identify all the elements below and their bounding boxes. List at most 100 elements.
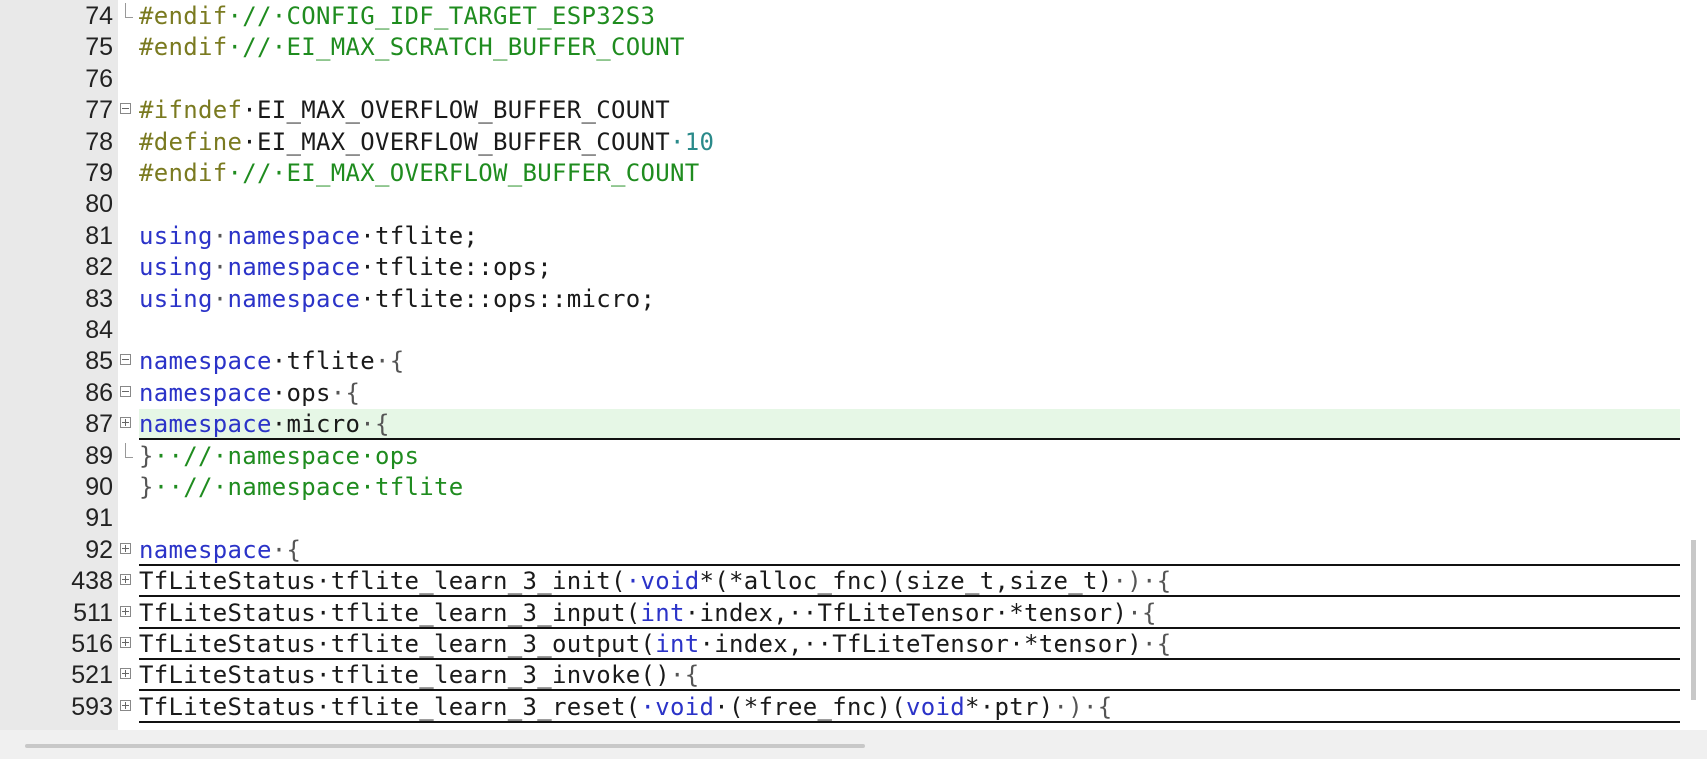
code-token: namespace [227,284,361,313]
fold-expand-icon[interactable] [120,542,131,554]
code-text[interactable]: TfLiteStatus·tflite_learn_3_output(int·i… [139,629,1171,660]
code-line[interactable]: 89 }··//·namespace·ops [0,441,1680,472]
code-text[interactable]: TfLiteStatus·tflite_learn_3_reset(·void·… [139,692,1112,723]
code-text[interactable]: #define·EI_MAX_OVERFLOW_BUFFER_COUNT·10 [139,127,714,158]
code-text[interactable]: TfLiteStatus·tflite_learn_3_init(·void*(… [139,566,1171,597]
code-token: namespace [227,221,361,250]
code-token: ·{ [360,410,390,439]
code-text[interactable]: #endif·//·EI_MAX_OVERFLOW_BUFFER_COUNT [139,158,699,189]
code-line[interactable]: 81 using·namespace·tflite; [0,221,1680,252]
code-token: · [212,221,228,250]
line-number: 593 [71,692,113,721]
fold-expand-icon[interactable] [120,637,131,648]
fold-expand-icon[interactable] [120,668,131,680]
code-line[interactable]: 78 #define·EI_MAX_OVERFLOW_BUFFER_COUNT·1… [0,127,1680,158]
line-number: 82 [85,253,113,282]
code-token: ·//·CONFIG_IDF_TARGET_ESP32S3 [227,2,656,30]
code-token: ·{ [271,535,302,564]
code-token: ·{ [375,347,405,376]
code-line[interactable]: 85 namespace·tflite·{ [0,346,1680,377]
code-text[interactable]: }··//·namespace·tflite [139,472,463,503]
fold-expand-icon[interactable] [120,417,131,429]
line-number: 85 [85,347,113,376]
code-text[interactable]: namespace·micro·{ [139,409,390,440]
code-text[interactable]: using·namespace·tflite; [139,221,478,252]
fold-expand-icon[interactable] [120,605,131,617]
vertical-scrollbar-thumb[interactable] [1691,540,1696,700]
code-line[interactable]: 86 namespace·ops·{ [0,378,1680,409]
code-editor[interactable]: 74 #endif·//·CONFIG_IDF_TARGET_ESP32S3 75 #… [0,0,1707,730]
code-line[interactable]: 511 TfLiteStatus·tflite_learn_3_input(int… [0,598,1680,629]
code-token: #ifndef [139,96,243,125]
code-line[interactable]: 84 [0,315,1680,346]
code-token: ·EI_MAX_OVERFLOW_BUFFER_COUNT [242,127,670,156]
fold-collapse-icon[interactable] [120,385,131,397]
code-text[interactable]: TfLiteStatus·tflite_learn_3_invoke()·{ [139,660,699,691]
fold-collapse-icon[interactable] [120,103,131,115]
code-line[interactable]: 80 [0,189,1680,220]
code-line[interactable]: 79 #endif·//·EI_MAX_OVERFLOW_BUFFER_COUNT [0,158,1680,189]
code-token: · [212,253,228,282]
fold-end-marker-icon [125,442,133,458]
code-token: ·//·EI_MAX_OVERFLOW_BUFFER_COUNT [227,159,700,187]
code-text[interactable]: }··//·namespace·ops [139,441,419,472]
fold-expand-icon[interactable] [120,574,131,586]
code-line[interactable]: 92 namespace·{ [0,535,1680,566]
code-text[interactable]: namespace·tflite·{ [139,346,405,377]
code-token: namespace [139,347,272,376]
code-token: ·ops [271,378,331,407]
code-text[interactable]: using·namespace·tflite::ops::micro; [139,284,655,315]
code-token: ·void [640,692,715,721]
code-line[interactable]: 438 TfLiteStatus·tflite_learn_3_init(·voi… [0,566,1680,598]
code-line[interactable]: 593 TfLiteStatus·tflite_learn_3_reset(·vo… [0,692,1680,723]
code-text[interactable]: TfLiteStatus·tflite_learn_3_input(int·in… [139,598,1157,629]
code-token: ·tflite::ops; [360,253,552,282]
code-token: using [139,284,213,313]
code-token: } [139,473,154,501]
code-token: ·{ [669,661,700,690]
code-token: ·index,··TfLiteTensor·*tensor) [699,630,1142,658]
code-token: int [640,598,685,627]
code-text[interactable]: namespace·{ [139,535,301,566]
code-line[interactable]: 83 using·namespace·tflite::ops::micro; [0,284,1680,315]
horizontal-scrollbar-thumb[interactable] [25,744,865,748]
fold-collapse-icon[interactable] [120,354,131,366]
line-number: 77 [85,96,113,125]
code-token: ·tflite; [360,221,479,250]
line-number: 86 [85,378,113,407]
code-token: int [655,630,700,658]
code-line[interactable]: 521 TfLiteStatus·tflite_learn_3_invoke()·… [0,660,1680,692]
line-number: 87 [85,410,113,439]
code-token: ·(*free_fnc)( [714,692,906,721]
code-line[interactable]: 90}··//·namespace·tflite [0,472,1680,503]
line-number: 89 [85,441,113,470]
code-line[interactable]: 76 [0,64,1680,95]
fold-expand-icon[interactable] [120,699,131,711]
folded-block-underline [139,720,1680,723]
code-text[interactable]: #endif·//·CONFIG_IDF_TARGET_ESP32S3 [139,1,655,32]
code-line[interactable]: 82 using·namespace·tflite::ops; [0,252,1680,283]
line-number: 74 [85,2,113,30]
code-token: TfLiteStatus·tflite_learn_3_init( [139,567,626,596]
code-token: ·)·{ [1053,692,1113,721]
code-line[interactable]: 91 [0,503,1680,534]
code-line[interactable]: 516 TfLiteStatus·tflite_learn_3_output(in… [0,629,1680,660]
code-text[interactable]: #ifndef·EI_MAX_OVERFLOW_BUFFER_COUNT [139,95,670,126]
line-number: 80 [85,190,113,219]
code-line[interactable]: 75 #endif·//·EI_MAX_SCRATCH_BUFFER_COUNT [0,32,1680,63]
line-number: 83 [85,284,113,313]
code-token: ·{ [1127,598,1157,627]
code-line[interactable]: 77 #ifndef·EI_MAX_OVERFLOW_BUFFER_COUNT [0,95,1680,126]
code-line[interactable]: 74 #endif·//·CONFIG_IDF_TARGET_ESP32S3 [0,1,1680,32]
code-token: ·tflite [271,347,375,376]
code-token: using [139,253,213,282]
code-text[interactable]: using·namespace·tflite::ops; [139,252,552,283]
code-text[interactable]: namespace·ops·{ [139,378,360,409]
code-token: ··//·namespace·ops [153,441,420,470]
code-token: #endif [139,159,228,187]
code-token: · [212,284,228,313]
code-line[interactable]: 87 namespace·micro·{ [0,409,1680,441]
code-token: using [139,221,213,250]
line-number: 81 [85,221,113,250]
code-text[interactable]: #endif·//·EI_MAX_SCRATCH_BUFFER_COUNT [139,32,685,63]
